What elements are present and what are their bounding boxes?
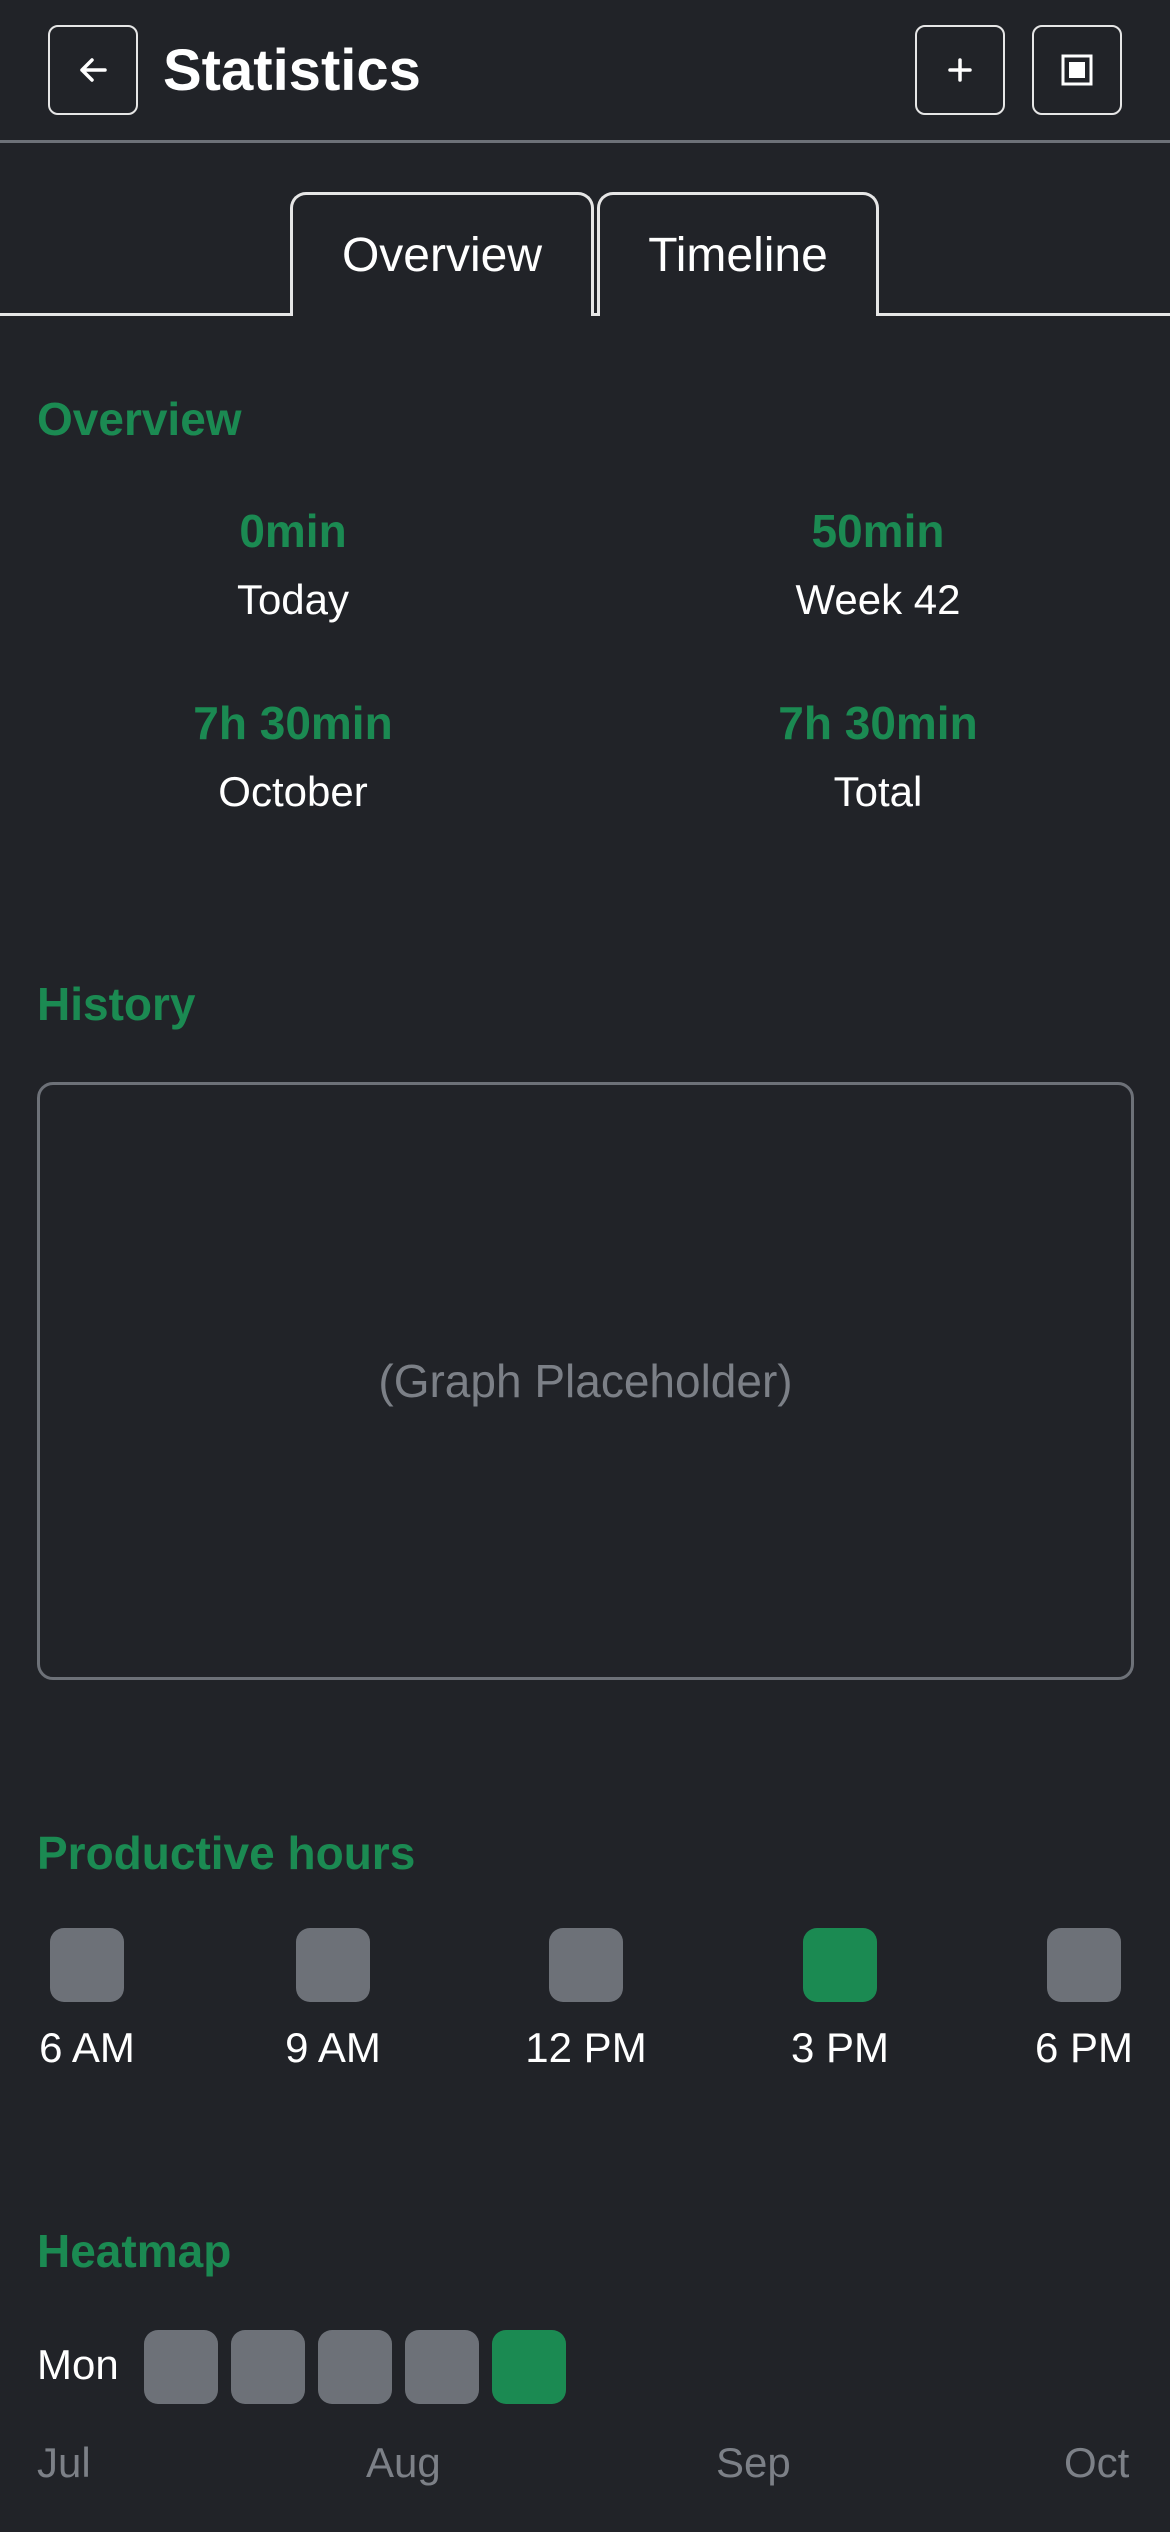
hour-label: 6 AM — [39, 2024, 135, 2071]
heatmap-month-label: Oct — [1064, 2439, 1130, 2486]
hour-indicator — [549, 1928, 623, 2002]
hour-slot-3pm: 3 PM — [740, 1928, 940, 2072]
heatmap-section-title: Heatmap — [37, 2225, 232, 2277]
arrow-left-icon — [80, 58, 107, 82]
stat-value: 0min — [239, 505, 347, 557]
stat-value: 7h 30min — [778, 697, 978, 749]
hour-label: 6 PM — [1034, 2024, 1134, 2071]
history-section-title: History — [37, 978, 196, 1030]
stat-label: Week 42 — [795, 576, 961, 623]
stop-square-icon — [1061, 54, 1093, 86]
stat-month: 7h 30min October — [73, 695, 513, 817]
heatmap-month-label: Aug — [366, 2439, 441, 2486]
history-graph-placeholder: (Graph Placeholder) — [37, 1082, 1134, 1680]
hour-slot-6pm: 6 PM — [984, 1928, 1170, 2072]
hour-indicator — [296, 1928, 370, 2002]
stat-total: 7h 30min Total — [658, 695, 1098, 817]
stat-today: 0min Today — [73, 503, 513, 625]
stat-value: 50min — [811, 505, 945, 557]
hour-indicator-active — [803, 1928, 877, 2002]
hour-label: 9 AM — [285, 2024, 381, 2071]
hour-label: 12 PM — [525, 2024, 647, 2071]
productive-hours-section-title: Productive hours — [37, 1827, 416, 1879]
heatmap-month-label: Sep — [716, 2439, 791, 2486]
stop-button[interactable] — [1032, 25, 1122, 115]
hour-slot-9am: 9 AM — [233, 1928, 433, 2072]
tab-timeline[interactable]: Timeline — [597, 192, 879, 316]
heatmap-month-label: Jul — [37, 2439, 91, 2486]
stat-label: Today — [236, 576, 350, 623]
heatmap-cell — [144, 2330, 218, 2404]
hour-slot-6am: 6 AM — [0, 1928, 187, 2072]
overview-section-title: Overview — [37, 393, 242, 445]
hour-label: 3 PM — [790, 2024, 890, 2071]
stat-value: 7h 30min — [193, 697, 393, 749]
hour-slot-12pm: 12 PM — [486, 1928, 686, 2072]
page-title: Statistics — [163, 38, 421, 103]
stat-week: 50min Week 42 — [658, 503, 1098, 625]
top-bar: Statistics — [0, 0, 1170, 143]
stat-label: October — [218, 768, 368, 815]
hour-indicator — [50, 1928, 124, 2002]
tab-overview[interactable]: Overview — [290, 192, 594, 316]
graph-placeholder-text: (Graph Placeholder) — [378, 1355, 793, 1407]
stat-label: Total — [833, 768, 923, 815]
heatmap-cell — [318, 2330, 392, 2404]
heatmap-cell — [405, 2330, 479, 2404]
add-button[interactable] — [915, 25, 1005, 115]
plus-icon — [948, 58, 972, 82]
heatmap-cell-active — [492, 2330, 566, 2404]
hour-indicator — [1047, 1928, 1121, 2002]
back-button[interactable] — [48, 25, 138, 115]
heatmap-cell — [231, 2330, 305, 2404]
heatmap-row-label: Mon — [37, 2341, 119, 2388]
